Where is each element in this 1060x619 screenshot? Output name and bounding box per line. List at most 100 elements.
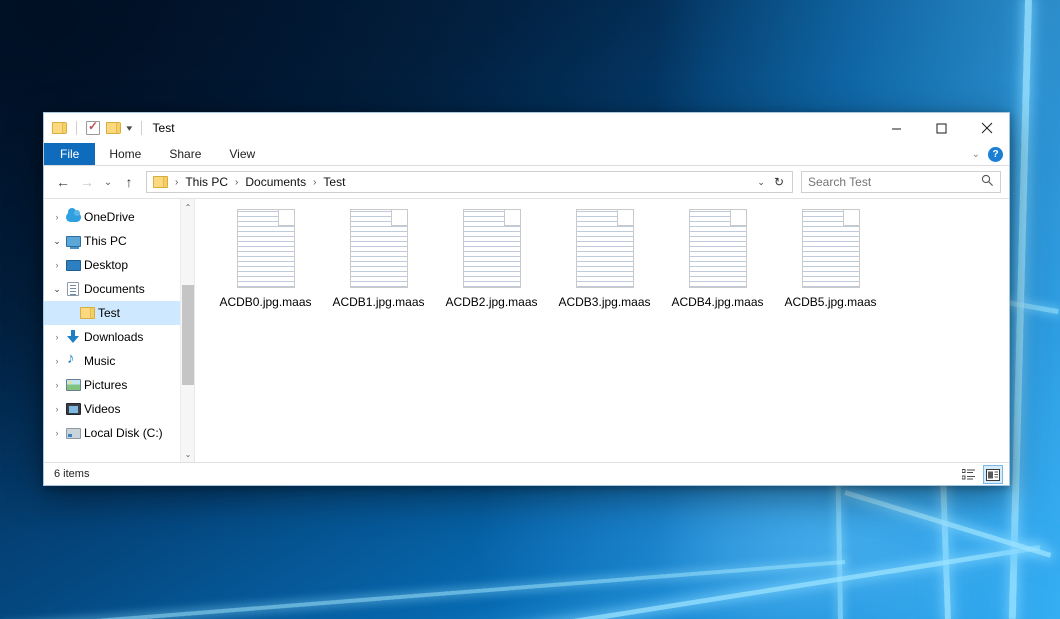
sidebar-item-desktop[interactable]: › Desktop xyxy=(44,253,194,277)
folder-icon[interactable] xyxy=(52,122,67,134)
file-name-label: ACDB2.jpg.maas xyxy=(445,295,537,309)
breadcrumb[interactable]: › This PC › Documents › Test ⌄ ↻ xyxy=(146,171,793,193)
chevron-right-icon[interactable]: › xyxy=(50,380,64,390)
search-icon[interactable] xyxy=(981,174,994,190)
scroll-down-icon[interactable]: ⌄ xyxy=(181,446,195,462)
file-name-label: ACDB1.jpg.maas xyxy=(332,295,424,309)
refresh-icon[interactable]: ↻ xyxy=(770,175,788,189)
cloud-icon xyxy=(64,212,82,222)
navigation-pane: › OneDrive ⌄ This PC › Desktop xyxy=(44,199,195,462)
window-body: › OneDrive ⌄ This PC › Desktop xyxy=(44,198,1009,462)
ribbon-tabs: File Home Share View ⌄ ? xyxy=(44,143,1009,166)
chevron-right-icon[interactable]: › xyxy=(50,332,64,342)
sidebar-item-documents[interactable]: ⌄ Documents xyxy=(44,277,194,301)
breadcrumb-item-documents[interactable]: Documents xyxy=(242,175,309,189)
chevron-right-icon[interactable]: › xyxy=(50,404,64,414)
file-name-label: ACDB3.jpg.maas xyxy=(558,295,650,309)
breadcrumb-item-test[interactable]: Test xyxy=(320,175,348,189)
desktop-icon xyxy=(64,260,82,271)
window-title: Test xyxy=(153,121,175,135)
list-item[interactable]: ACDB3.jpg.maas xyxy=(548,205,661,317)
pictures-icon xyxy=(64,379,82,391)
sidebar-item-local-disk-c[interactable]: › Local Disk (C:) xyxy=(44,421,194,445)
chevron-down-icon[interactable]: ⌄ xyxy=(50,236,64,247)
download-icon xyxy=(64,330,82,344)
chevron-right-icon[interactable]: › xyxy=(50,428,64,438)
list-item[interactable]: ACDB4.jpg.maas xyxy=(661,205,774,317)
sidebar-item-test[interactable]: Test xyxy=(44,301,194,325)
chevron-down-icon[interactable]: ⌄ xyxy=(972,149,980,160)
qat-divider xyxy=(76,121,77,135)
chevron-right-icon[interactable]: › xyxy=(50,356,64,366)
file-name-label: ACDB0.jpg.maas xyxy=(219,295,311,309)
breadcrumb-list: › This PC › Documents › Test xyxy=(171,175,752,189)
maximize-button[interactable] xyxy=(919,113,964,143)
view-buttons xyxy=(959,463,1003,486)
list-item[interactable]: ACDB5.jpg.maas xyxy=(774,205,887,317)
generic-file-icon xyxy=(576,209,634,288)
details-view-button[interactable] xyxy=(959,465,979,484)
status-bar: 6 items xyxy=(44,462,1009,485)
generic-file-icon xyxy=(689,209,747,288)
file-list-area[interactable]: ACDB0.jpg.maas ACDB1.jpg.maas ACDB2.jpg.… xyxy=(195,199,1009,462)
file-explorer-window: ▾ Test File Home Share View xyxy=(43,112,1010,486)
minimize-button[interactable] xyxy=(874,113,919,143)
properties-icon[interactable] xyxy=(86,121,100,135)
breadcrumb-item-this-pc[interactable]: This PC xyxy=(182,175,231,189)
search-input[interactable] xyxy=(808,175,981,189)
generic-file-icon xyxy=(237,209,295,288)
new-folder-icon[interactable] xyxy=(106,122,121,134)
sidebar-item-this-pc[interactable]: ⌄ This PC xyxy=(44,229,194,253)
tab-home[interactable]: Home xyxy=(95,143,155,165)
tab-view[interactable]: View xyxy=(215,143,269,165)
music-icon xyxy=(64,354,82,368)
sidebar-item-label: Documents xyxy=(82,282,145,296)
chevron-right-icon[interactable]: › xyxy=(50,260,64,270)
scrollbar-thumb[interactable] xyxy=(182,285,194,385)
sidebar-item-label: Pictures xyxy=(82,378,127,392)
chevron-down-icon[interactable]: ▾ xyxy=(126,124,132,133)
large-icons-view-button[interactable] xyxy=(983,465,1003,484)
generic-file-icon xyxy=(802,209,860,288)
breadcrumb-separator: › xyxy=(309,177,320,188)
chevron-right-icon[interactable]: › xyxy=(50,212,64,222)
list-item[interactable]: ACDB1.jpg.maas xyxy=(322,205,435,317)
address-bar: ← → ⌄ ↑ › This PC › Documents › Test ⌄ ↻ xyxy=(44,166,1009,198)
scroll-up-icon[interactable]: ⌃ xyxy=(181,199,195,215)
file-name-label: ACDB5.jpg.maas xyxy=(784,295,876,309)
sidebar-item-label: This PC xyxy=(82,234,127,248)
file-grid: ACDB0.jpg.maas ACDB1.jpg.maas ACDB2.jpg.… xyxy=(209,205,1009,317)
folder-icon xyxy=(153,176,168,188)
sidebar-item-videos[interactable]: › Videos xyxy=(44,397,194,421)
back-button[interactable]: ← xyxy=(52,171,74,193)
help-icon[interactable]: ? xyxy=(988,147,1003,162)
sidebar-item-pictures[interactable]: › Pictures xyxy=(44,373,194,397)
list-item[interactable]: ACDB0.jpg.maas xyxy=(209,205,322,317)
folder-tree: › OneDrive ⌄ This PC › Desktop xyxy=(44,199,194,445)
up-button[interactable]: ↑ xyxy=(118,171,140,193)
search-box[interactable] xyxy=(801,171,1001,193)
navigation-scrollbar[interactable]: ⌃ ⌄ xyxy=(180,199,194,462)
chevron-down-icon[interactable]: ⌄ xyxy=(752,177,770,188)
desktop-background: ▾ Test File Home Share View xyxy=(0,0,1060,619)
folder-icon xyxy=(78,307,96,319)
sidebar-item-onedrive[interactable]: › OneDrive xyxy=(44,205,194,229)
videos-icon xyxy=(64,403,82,415)
breadcrumb-separator: › xyxy=(171,177,182,188)
chevron-down-icon[interactable]: ⌄ xyxy=(50,284,64,295)
close-button[interactable] xyxy=(964,113,1009,143)
sidebar-item-label: Downloads xyxy=(82,330,143,344)
generic-file-icon xyxy=(350,209,408,288)
list-item[interactable]: ACDB2.jpg.maas xyxy=(435,205,548,317)
sidebar-item-music[interactable]: › Music xyxy=(44,349,194,373)
file-name-label: ACDB4.jpg.maas xyxy=(671,295,763,309)
sidebar-item-downloads[interactable]: › Downloads xyxy=(44,325,194,349)
tab-share[interactable]: Share xyxy=(155,143,215,165)
forward-button[interactable]: → xyxy=(76,171,98,193)
disk-icon xyxy=(64,428,82,439)
quick-access-toolbar: ▾ xyxy=(52,121,145,135)
tab-file[interactable]: File xyxy=(44,143,95,165)
computer-icon xyxy=(64,236,82,247)
item-count-label: 6 items xyxy=(54,468,89,480)
recent-locations-button[interactable]: ⌄ xyxy=(100,171,116,193)
